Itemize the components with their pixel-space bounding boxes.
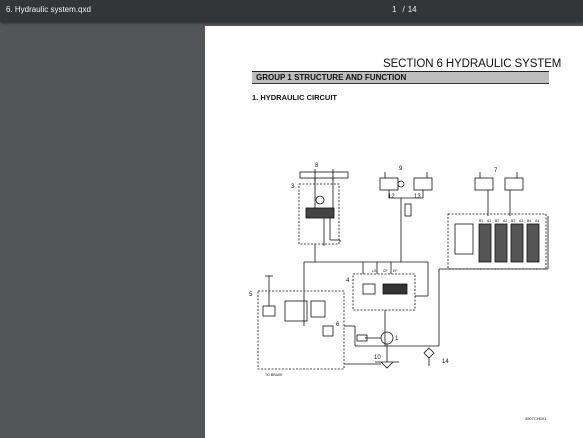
- port-b4: B4: [527, 219, 531, 223]
- hydraulic-pump: [380, 331, 394, 345]
- relief-section: [454, 223, 474, 255]
- port-a2: A2: [503, 219, 507, 223]
- spool-1: [478, 223, 492, 263]
- callout-13: 13: [414, 194, 421, 200]
- port-ls: LS: [372, 269, 377, 273]
- port-b2: B2: [495, 219, 499, 223]
- steering-valve: [305, 207, 335, 219]
- callout-8: 7: [494, 168, 498, 174]
- port-ef: EF: [393, 269, 397, 273]
- spool-2: [494, 223, 508, 263]
- brake-charge-box: [257, 290, 345, 370]
- spool-4: [526, 223, 540, 263]
- port-b3: B3: [511, 219, 515, 223]
- callout-4: 4: [346, 278, 350, 284]
- port-a3: A3: [519, 219, 523, 223]
- callout-6: 6: [336, 322, 340, 328]
- return-filter: [423, 347, 435, 359]
- callout-7: 8: [315, 163, 319, 169]
- callout-1: 1: [395, 336, 399, 342]
- port-a1: A1: [487, 219, 491, 223]
- viewer-toolbar: 6. Hydraulic system.qxd 1/14: [0, 0, 583, 22]
- port-cf: CF: [383, 269, 388, 273]
- total-pages: 14: [407, 5, 417, 14]
- figure-code: 3507CH001: [525, 416, 547, 421]
- callout-5: 5: [249, 292, 253, 298]
- file-name: 6. Hydraulic system.qxd: [6, 5, 91, 14]
- priority-spool: [382, 283, 408, 295]
- steering-cylinder: [299, 171, 349, 179]
- tank-symbol: [380, 361, 394, 369]
- callout-9: 9: [399, 166, 403, 172]
- page-indicator: 1/14: [389, 5, 417, 14]
- callout-3: 3: [291, 184, 295, 190]
- spool-3: [510, 223, 524, 263]
- brake-label: TO BRAKE: [265, 373, 283, 377]
- port-a4: A4: [535, 219, 539, 223]
- callout-14: 14: [442, 359, 449, 365]
- port-b1: B1: [479, 219, 483, 223]
- page-separator: /: [402, 5, 405, 14]
- callout-10: 10: [374, 355, 381, 361]
- hydraulic-circuit-diagram: 8 3 9 7 12 13 4 5 6 1 10 14 LS CF EF B1 …: [249, 163, 549, 377]
- callout-12: 12: [388, 194, 395, 200]
- current-page-input[interactable]: 1: [389, 5, 399, 14]
